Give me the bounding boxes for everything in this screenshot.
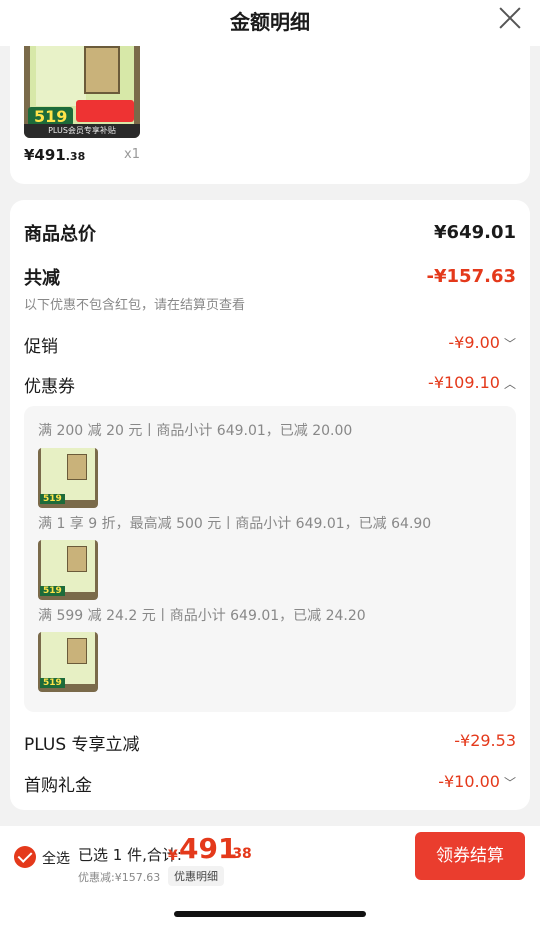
save-note: 以下优惠不包含红包，请在结算页查看 — [24, 298, 246, 313]
discount-detail-button[interactable]: 优惠明细 — [168, 866, 224, 886]
coupon-line: 满 599 减 24.2 元丨商品小计 649.01，已减 24.20 — [38, 608, 366, 624]
coupon-value: -¥109.10 — [428, 373, 500, 392]
promo-row[interactable]: -¥9.00 ﹀ — [448, 333, 516, 352]
total-currency: ¥ — [168, 848, 178, 864]
first-purchase-row[interactable]: -¥10.00 ﹀ — [438, 772, 516, 791]
check-icon[interactable] — [14, 846, 36, 868]
coupon-row[interactable]: -¥109.10 ︿ — [428, 373, 516, 392]
total-label: 商品总价 — [24, 224, 96, 245]
product-image[interactable]: 519 PLUS会员专享补贴 — [24, 46, 140, 138]
total-amount-dec: .38 — [227, 846, 252, 862]
home-indicator — [174, 911, 366, 917]
discount-text: 优惠减:¥157.63 — [78, 871, 161, 884]
coupon-detail-box: 满 200 减 20 元丨商品小计 649.01，已减 20.00 519 满 … — [24, 406, 516, 712]
select-all-label[interactable]: 全选 — [42, 848, 70, 868]
product-thumb-caption: PLUS会员专享补贴 — [24, 124, 140, 138]
checkout-button[interactable]: 领券结算 — [415, 832, 525, 880]
close-icon[interactable] — [498, 6, 522, 30]
promo-label: 促销 — [24, 337, 58, 357]
chevron-up-icon: ︿ — [503, 377, 516, 391]
save-label: 共减 — [24, 268, 60, 289]
plus-label: PLUS 专享立减 — [24, 735, 140, 755]
header: 金额明细 — [0, 0, 540, 46]
coupon-product-thumb[interactable]: 519 — [38, 632, 98, 692]
product-qty: x1 — [124, 147, 140, 162]
page-title: 金额明细 — [230, 10, 310, 34]
promo-value: -¥9.00 — [448, 333, 500, 352]
coupon-product-thumb[interactable]: 519 — [38, 540, 98, 600]
product-card: 519 PLUS会员专享补贴 ¥491.38 x1 — [10, 46, 530, 184]
first-purchase-label: 首购礼金 — [24, 776, 92, 796]
selected-count: 已选 1 件,合计: — [78, 846, 182, 864]
chevron-down-icon: ﹀ — [503, 776, 516, 790]
plus-value: -¥29.53 — [454, 731, 516, 750]
first-purchase-value: -¥10.00 — [438, 772, 500, 791]
total-value: ¥649.01 — [434, 222, 516, 243]
coupon-product-thumb[interactable]: 519 — [38, 448, 98, 508]
coupon-line: 满 1 享 9 折，最高减 500 元丨商品小计 649.01，已减 64.90 — [38, 516, 432, 532]
save-value: -¥157.63 — [426, 266, 516, 287]
coupon-line: 满 200 减 20 元丨商品小计 649.01，已减 20.00 — [38, 423, 353, 439]
coupon-label: 优惠券 — [24, 377, 75, 397]
product-price: ¥491.38 — [24, 146, 86, 164]
price-detail-card: 商品总价 ¥649.01 共减 -¥157.63 以下优惠不包含红包，请在结算页… — [10, 200, 530, 810]
chevron-down-icon: ﹀ — [503, 337, 516, 351]
